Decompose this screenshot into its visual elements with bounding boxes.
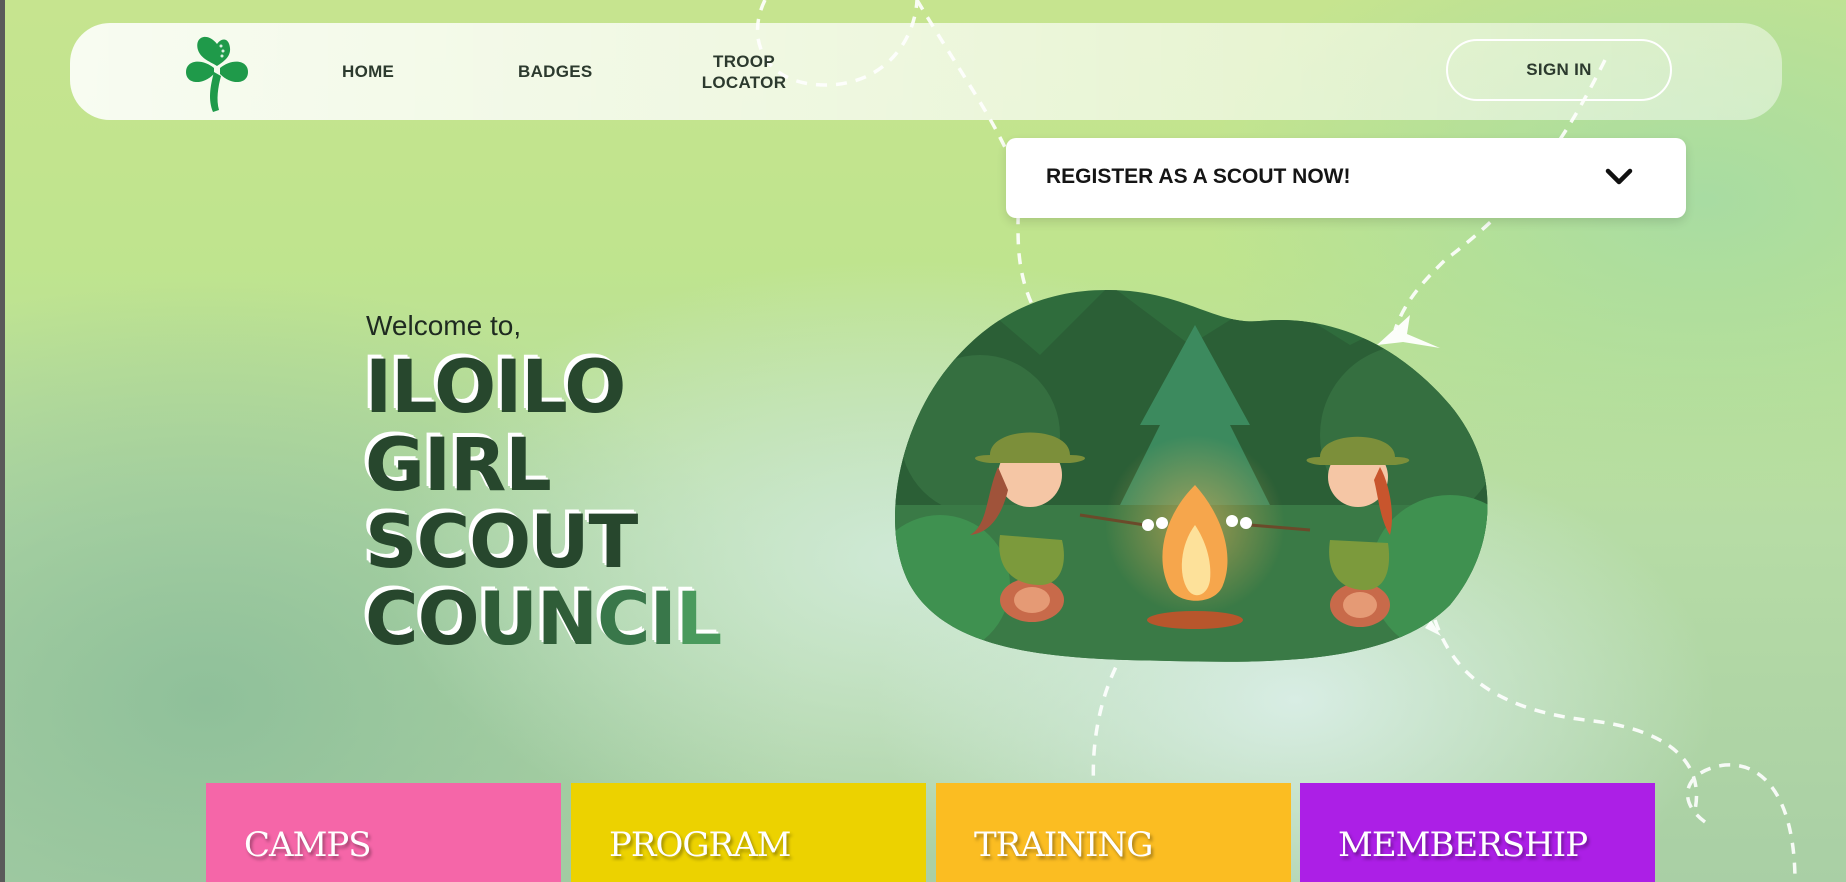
hero-title-line-3: SCOUT xyxy=(365,500,638,585)
nav-home-link[interactable]: HOME xyxy=(342,61,394,82)
hero-title-line-4: COUNCIL xyxy=(365,582,722,658)
register-dropdown[interactable]: REGISTER AS A SCOUT NOW! xyxy=(1006,138,1686,218)
training-card-label: TRAINING xyxy=(974,825,1153,865)
nav-troop-locator-line1: TROOP xyxy=(713,52,775,71)
register-dropdown-label: REGISTER AS A SCOUT NOW! xyxy=(1046,165,1351,188)
hero-title-line-4-part: L xyxy=(675,577,723,662)
training-card[interactable]: TRAINING xyxy=(936,783,1291,882)
program-card[interactable]: PROGRAM xyxy=(571,783,926,882)
hero-title-line-4-part: CI xyxy=(597,577,677,662)
hero-title-line-2: GIRL xyxy=(365,423,552,508)
page: HOME BADGES TROOP LOCATOR SIGN IN REGIST… xyxy=(5,0,1846,882)
top-navbar: HOME BADGES TROOP LOCATOR SIGN IN xyxy=(70,23,1782,120)
program-card-label: PROGRAM xyxy=(609,825,791,865)
sign-in-button[interactable]: SIGN IN xyxy=(1446,39,1672,101)
hero-title-line-4-part: UN xyxy=(478,577,598,662)
nav-troop-locator-line2: LOCATOR xyxy=(701,73,787,92)
camps-card-label: CAMPS xyxy=(244,825,372,865)
camps-card[interactable]: CAMPS xyxy=(206,783,561,882)
nav-troop-locator-link[interactable]: TROOP LOCATOR xyxy=(694,51,794,93)
membership-card[interactable]: MEMBERSHIP xyxy=(1300,783,1655,882)
nav-badges-link[interactable]: BADGES xyxy=(518,61,593,82)
campfire-scouts-illustration xyxy=(895,289,1488,662)
hero-title-line-1: ILOILO xyxy=(365,345,626,430)
hero-title-line-4-part: CO xyxy=(365,577,480,662)
trefoil-logo-icon[interactable] xyxy=(180,32,254,112)
chevron-down-icon xyxy=(1605,168,1633,185)
welcome-text: Welcome to, xyxy=(366,310,522,341)
membership-card-label: MEMBERSHIP xyxy=(1338,825,1588,865)
